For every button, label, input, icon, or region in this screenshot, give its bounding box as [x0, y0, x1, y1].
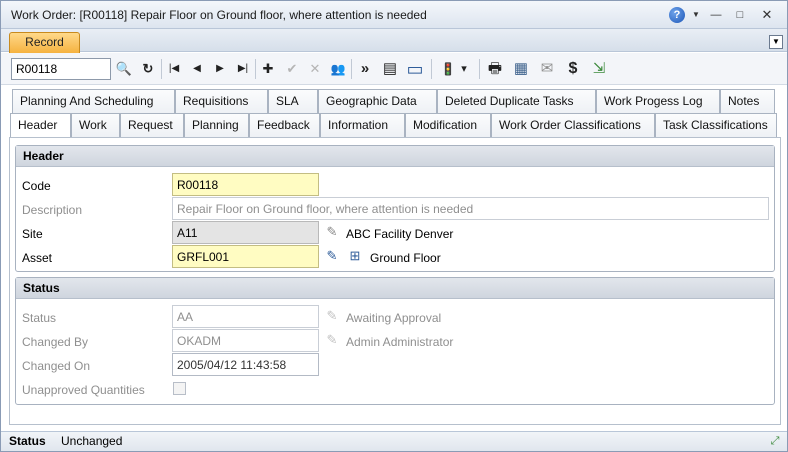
delete-icon[interactable]: ✕ [304, 58, 326, 80]
first-record-icon[interactable]: |◀ [163, 58, 185, 80]
tab-work[interactable]: Work [71, 113, 120, 137]
tab-request[interactable]: Request [120, 113, 184, 137]
status-field[interactable]: AA [172, 305, 319, 328]
tab-deleted-duplicate-tasks[interactable]: Deleted Duplicate Tasks [437, 89, 596, 113]
tab-sla[interactable]: SLA [268, 89, 318, 113]
tab-planning-and-scheduling[interactable]: Planning And Scheduling [12, 89, 175, 113]
unapproved-quantities-label: Unapproved Quantities [22, 383, 145, 397]
asset-description: Ground Floor [370, 251, 441, 265]
previous-record-icon[interactable]: ◀ [186, 58, 208, 80]
toolbar-separator [255, 59, 256, 79]
toolbar-separator [351, 59, 352, 79]
site-field[interactable]: A11 [172, 221, 319, 244]
code-label: Code [22, 179, 51, 193]
status-description: Awaiting Approval [346, 311, 442, 325]
site-description: ABC Facility Denver [346, 227, 454, 241]
changed-by-label: Changed By [22, 335, 89, 349]
toolbar-separator [431, 59, 432, 79]
tab-work-progress-log[interactable]: Work Progess Log [596, 89, 720, 113]
tabs-row-top: Planning And Scheduling Requisitions SLA… [9, 89, 781, 113]
record-strip [1, 29, 787, 52]
status-section-title: Status [16, 278, 774, 299]
save-icon[interactable]: ✔ [281, 58, 303, 80]
asset-hierarchy-icon[interactable]: ⊞ [346, 247, 364, 265]
unapproved-quantities-checkbox[interactable] [173, 382, 186, 395]
header-section-title: Header [16, 146, 774, 167]
tab-header[interactable]: Header [10, 113, 71, 139]
tab-task-classifications[interactable]: Task Classifications [655, 113, 777, 137]
status-label: Status [22, 311, 57, 325]
tab-modification[interactable]: Modification [405, 113, 491, 137]
add-icon[interactable]: ✚ [257, 58, 279, 80]
changed-on-field[interactable]: 2005/04/12 11:43:58 [172, 353, 319, 376]
tab-geographic-data[interactable]: Geographic Data [318, 89, 437, 113]
more-icon[interactable]: » [354, 58, 376, 80]
list-view-icon[interactable]: ▤ [379, 58, 401, 80]
export-icon[interactable]: ⇲ [588, 58, 610, 80]
changed-on-label: Changed On [22, 359, 91, 373]
minimize-icon[interactable]: — [709, 7, 723, 23]
description-field[interactable]: Repair Floor on Ground floor, where atte… [172, 197, 769, 220]
site-label: Site [22, 227, 43, 241]
tab-requisitions[interactable]: Requisitions [175, 89, 268, 113]
changed-by-lookup-icon[interactable]: ✎ [323, 331, 341, 349]
asset-label: Asset [22, 251, 53, 265]
resize-icon[interactable]: ⤢ [767, 433, 783, 449]
calendar-icon[interactable]: ▦ [510, 58, 532, 80]
strip-menu-icon[interactable]: ▼ [769, 35, 783, 49]
toolbar-separator [161, 59, 162, 79]
chevron-down-icon[interactable]: ▼ [691, 7, 701, 23]
asset-lookup-icon[interactable]: ✎ [323, 247, 341, 265]
tab-work-order-classifications[interactable]: Work Order Classifications [491, 113, 655, 137]
refresh-icon[interactable]: ↻ [137, 58, 159, 80]
next-record-icon[interactable]: ▶ [209, 58, 231, 80]
window-icon[interactable]: ▭ [404, 58, 426, 80]
users-icon[interactable]: 👥 [327, 58, 349, 80]
cost-icon[interactable]: $ [562, 58, 584, 80]
maximize-icon[interactable]: □ [733, 7, 747, 23]
record-search-input[interactable] [11, 58, 111, 80]
work-order-window: Work Order: [R00118] Repair Floor on Gro… [0, 0, 788, 452]
window-title: Work Order: [R00118] Repair Floor on Gro… [11, 8, 427, 22]
title-bar: Work Order: [R00118] Repair Floor on Gro… [1, 1, 787, 29]
description-label: Description [22, 203, 83, 217]
search-icon[interactable]: 🔍 [113, 58, 135, 80]
tab-planning[interactable]: Planning [184, 113, 249, 137]
traffic-light-icon[interactable]: 🚦 [437, 58, 459, 80]
changed-by-description: Admin Administrator [346, 335, 454, 349]
tab-feedback[interactable]: Feedback [249, 113, 320, 137]
status-lookup-icon[interactable]: ✎ [323, 307, 341, 325]
statusbar-value: Unchanged [61, 434, 123, 448]
record-tab[interactable]: Record [9, 32, 80, 53]
site-lookup-icon[interactable]: ✎ [323, 223, 341, 241]
close-icon[interactable]: ✕ [759, 7, 775, 23]
asset-field[interactable]: GRFL001 [172, 245, 319, 268]
statusbar-label: Status [9, 434, 46, 448]
email-icon[interactable]: ✉ [536, 58, 558, 80]
changed-by-field[interactable]: OKADM [172, 329, 319, 352]
help-icon[interactable]: ? [669, 7, 685, 23]
code-field[interactable]: R00118 [172, 173, 319, 196]
tab-notes[interactable]: Notes [720, 89, 775, 113]
print-icon[interactable]: 🖶 [484, 58, 506, 80]
tab-information[interactable]: Information [320, 113, 405, 137]
toolbar-separator [479, 59, 480, 79]
chevron-down-icon[interactable]: ▾ [457, 58, 471, 80]
tabs-row-bottom: Header Work Request Planning Feedback In… [9, 113, 781, 139]
last-record-icon[interactable]: ▶| [232, 58, 254, 80]
